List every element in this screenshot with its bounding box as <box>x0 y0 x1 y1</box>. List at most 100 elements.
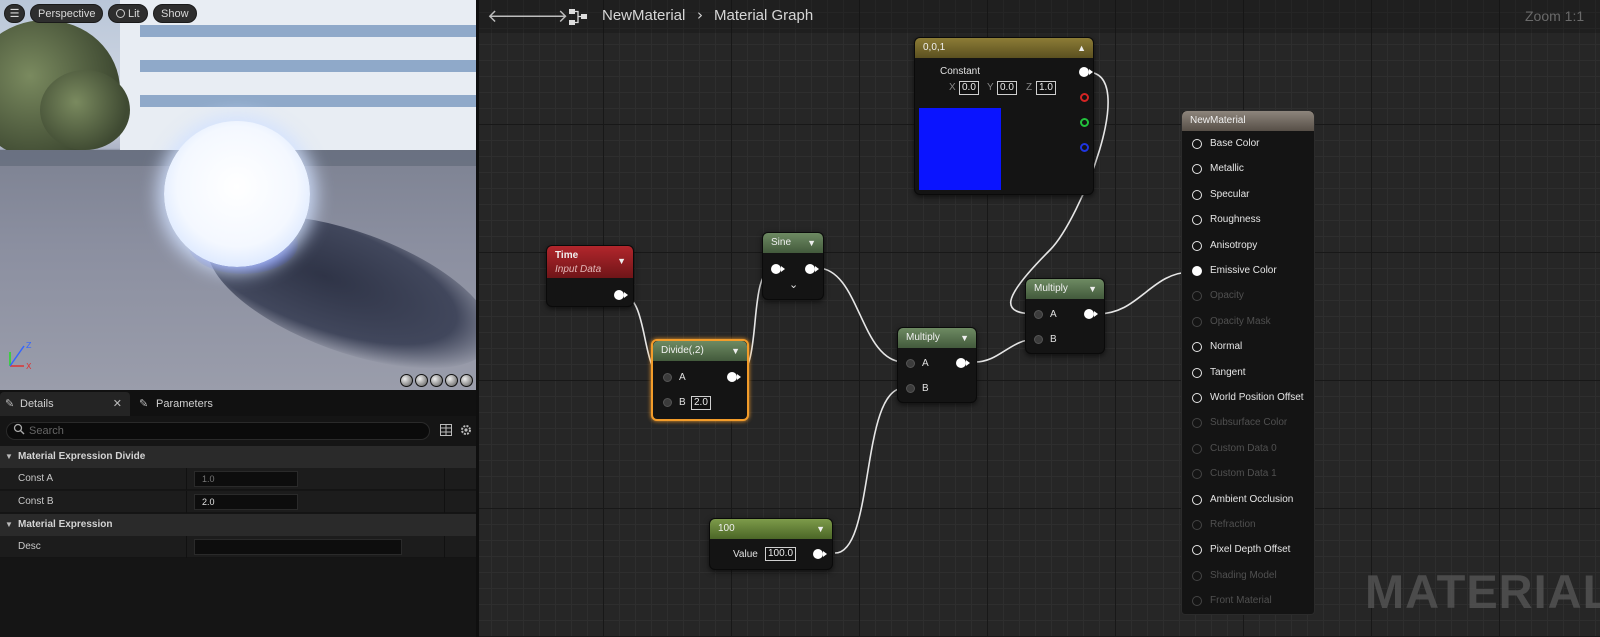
gear-icon[interactable] <box>459 423 473 437</box>
sine-node[interactable]: Sine ▼ ⌄ <box>762 232 824 300</box>
multiply-node-1[interactable]: Multiply ▼ A B <box>897 327 977 403</box>
input-pin-a[interactable] <box>906 359 915 368</box>
input-pin-b[interactable] <box>906 384 915 393</box>
input-pin-icon[interactable] <box>1192 393 1202 403</box>
input-pin-a[interactable] <box>1034 310 1043 319</box>
output-pin[interactable] <box>813 549 827 559</box>
input-pin[interactable] <box>771 264 785 274</box>
input-pin-icon[interactable] <box>1192 596 1202 607</box>
input-pin-icon[interactable] <box>1192 494 1202 505</box>
output-input-row[interactable]: Specular <box>1192 188 1249 202</box>
chevron-down-icon[interactable]: ▼ <box>617 254 626 268</box>
input-pin-icon[interactable] <box>1192 189 1202 200</box>
output-pin-b[interactable] <box>1080 143 1089 152</box>
material-preview-viewport[interactable]: ☰ Perspective Lit Show Z X <box>0 0 476 390</box>
input-pin-icon[interactable] <box>1192 291 1202 302</box>
search-input[interactable]: Search <box>6 422 430 440</box>
x-value-field[interactable]: 0.0 <box>959 81 979 95</box>
divide-node[interactable]: Divide(,2) ▼ A B 2.0 <box>651 339 749 421</box>
output-pin[interactable] <box>956 358 970 368</box>
input-pin-b[interactable] <box>663 398 672 407</box>
chevron-down-icon[interactable]: ▼ <box>1088 279 1097 299</box>
const-b-field[interactable]: 2.0 <box>194 494 298 510</box>
input-pin-b[interactable] <box>1034 335 1043 344</box>
tab-details[interactable]: ✎ Details ✕ <box>0 392 130 416</box>
category-material-expression[interactable]: ▼ Material Expression <box>0 514 476 536</box>
multiply-node-2[interactable]: Multiply ▼ A B <box>1025 278 1105 354</box>
category-material-expression-divide[interactable]: ▼ Material Expression Divide <box>0 446 476 468</box>
output-input-row[interactable]: Emissive Color <box>1192 264 1277 278</box>
input-pin-a[interactable] <box>663 373 672 382</box>
lit-mode-button[interactable]: Lit <box>108 4 148 23</box>
forward-arrow-icon[interactable]: 🡒 <box>520 6 568 27</box>
input-pin-icon[interactable] <box>1192 139 1202 149</box>
output-input-row[interactable]: World Position Offset <box>1192 391 1304 405</box>
output-pin-g[interactable] <box>1080 118 1089 127</box>
const-a-field[interactable]: 1.0 <box>194 471 298 487</box>
table-view-icon[interactable] <box>440 424 452 436</box>
output-input-row[interactable]: Subsurface Color <box>1192 416 1287 430</box>
scalar-constant-node[interactable]: 100 ▼ Value 100.0 <box>709 518 833 570</box>
output-input-row[interactable]: Custom Data 0 <box>1192 442 1277 456</box>
input-pin-icon[interactable] <box>1192 316 1202 327</box>
preview-cylinder-icon[interactable] <box>400 374 413 387</box>
time-node[interactable]: Time Input Data ▼ <box>546 245 634 307</box>
input-pin-icon[interactable] <box>1192 418 1202 429</box>
preview-sphere-icon[interactable] <box>415 374 428 387</box>
constant3-vector-node[interactable]: 0,0,1 ▲ Constant X 0.0 Y 0.0 Z 1.0 <box>914 37 1094 195</box>
expand-chevron-icon[interactable]: ⌄ <box>789 278 798 291</box>
b-value-field[interactable]: 2.0 <box>691 396 711 410</box>
show-button[interactable]: Show <box>153 4 197 23</box>
input-pin-icon[interactable] <box>1192 240 1202 251</box>
output-pin[interactable] <box>727 372 741 382</box>
preview-mesh-icon[interactable] <box>460 374 473 387</box>
chevron-down-icon[interactable]: ▼ <box>816 519 825 539</box>
chevron-down-icon[interactable]: ▼ <box>960 328 969 348</box>
chevron-down-icon[interactable]: ▼ <box>731 341 740 361</box>
output-input-row[interactable]: Custom Data 1 <box>1192 467 1277 481</box>
output-input-row[interactable]: Ambient Occlusion <box>1192 493 1293 507</box>
output-pin[interactable] <box>614 290 628 300</box>
tab-parameters[interactable]: ✎ Parameters <box>134 392 274 416</box>
input-pin-icon[interactable] <box>1192 367 1202 378</box>
input-pin-icon[interactable] <box>1192 443 1202 454</box>
material-output-node[interactable]: NewMaterial Base Color Metallic Specular Ro… <box>1181 110 1315 615</box>
viewport-menu-button[interactable]: ☰ <box>4 4 25 23</box>
output-pin[interactable] <box>805 264 819 274</box>
breadcrumb-material-graph: Material Graph <box>714 7 814 24</box>
output-pin[interactable] <box>1084 309 1098 319</box>
output-input-row[interactable]: Opacity <box>1192 289 1244 303</box>
output-input-row[interactable]: Base Color <box>1192 137 1259 151</box>
input-pin-icon[interactable] <box>1192 520 1202 530</box>
output-input-row[interactable]: Refraction <box>1192 518 1256 532</box>
output-input-row[interactable]: Anisotropy <box>1192 239 1257 253</box>
output-pin-rgb[interactable] <box>1079 67 1093 77</box>
input-pin-icon[interactable] <box>1192 266 1202 276</box>
chevron-up-icon[interactable]: ▲ <box>1077 38 1086 58</box>
output-input-row[interactable]: Metallic <box>1192 162 1244 176</box>
scalar-value-field[interactable]: 100.0 <box>765 547 797 561</box>
input-pin-icon[interactable] <box>1192 469 1202 480</box>
input-pin-icon[interactable] <box>1192 342 1202 353</box>
chevron-down-icon[interactable]: ▼ <box>807 233 816 253</box>
z-value-field[interactable]: 1.0 <box>1036 81 1056 95</box>
output-pin-r[interactable] <box>1080 93 1089 102</box>
output-input-row[interactable]: Normal <box>1192 340 1242 354</box>
close-icon[interactable]: ✕ <box>113 392 122 416</box>
output-input-row[interactable]: Opacity Mask <box>1192 315 1271 329</box>
output-input-row[interactable]: Shading Model <box>1192 569 1277 583</box>
output-input-row[interactable]: Pixel Depth Offset <box>1192 543 1290 557</box>
output-input-row[interactable]: Front Material <box>1192 594 1272 608</box>
preview-plane-icon[interactable] <box>430 374 443 387</box>
y-value-field[interactable]: 0.0 <box>997 81 1017 95</box>
input-pin-icon[interactable] <box>1192 545 1202 556</box>
input-pin-icon[interactable] <box>1192 570 1202 581</box>
input-pin-icon[interactable] <box>1192 215 1202 226</box>
perspective-button[interactable]: Perspective <box>30 4 104 23</box>
input-pin-icon[interactable] <box>1192 164 1202 175</box>
desc-field[interactable] <box>194 539 402 555</box>
breadcrumb-material[interactable]: NewMaterial <box>602 7 685 24</box>
preview-cube-icon[interactable] <box>445 374 458 387</box>
output-input-row[interactable]: Roughness <box>1192 213 1261 227</box>
output-input-row[interactable]: Tangent <box>1192 366 1246 380</box>
